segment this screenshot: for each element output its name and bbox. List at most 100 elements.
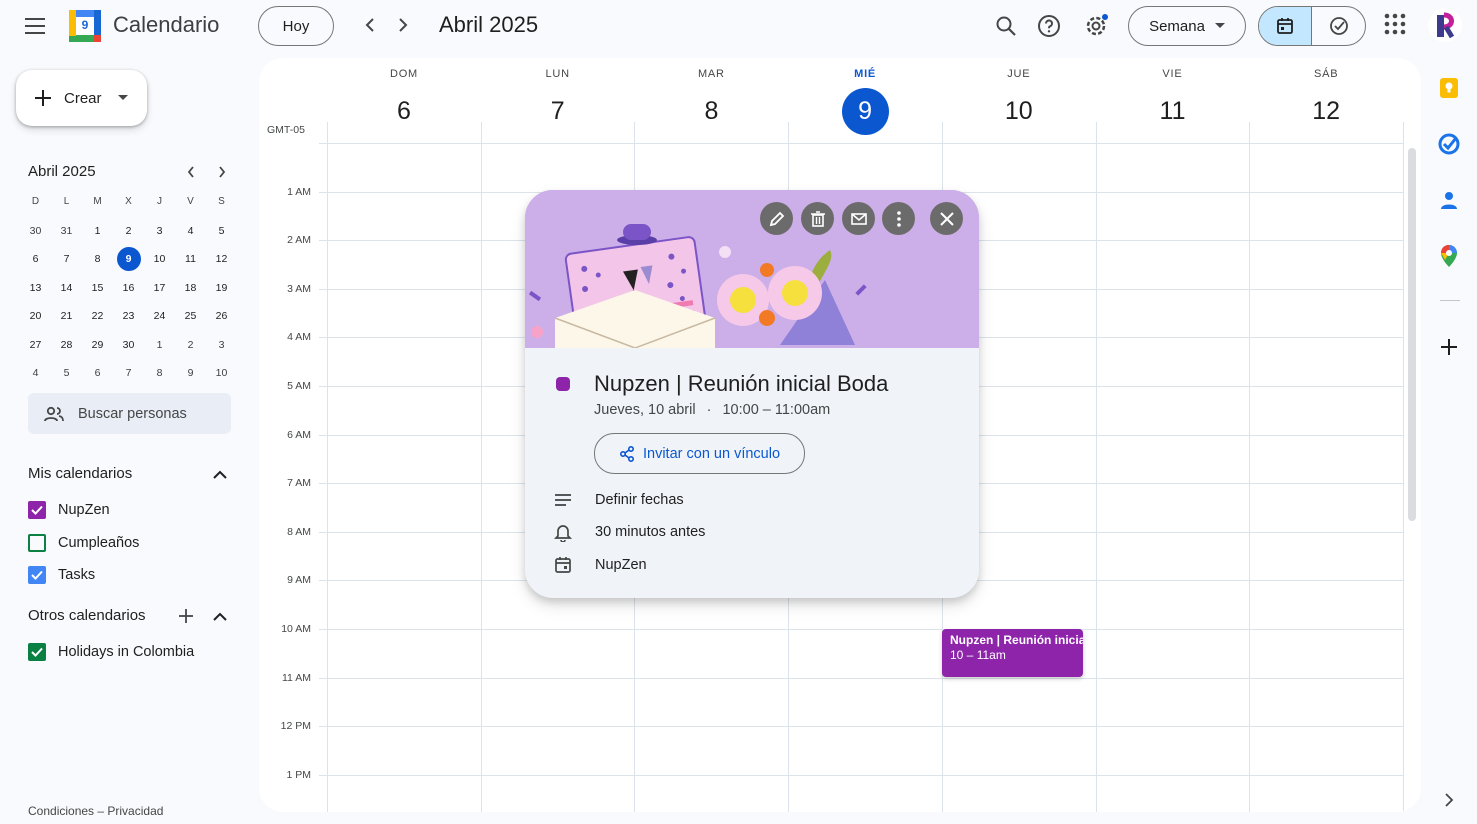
- day-column-header[interactable]: SÁB 12: [1249, 68, 1403, 135]
- mini-calendar-day[interactable]: 5: [51, 361, 82, 385]
- mini-calendar-day[interactable]: 6: [20, 247, 51, 271]
- previous-week-button[interactable]: [358, 13, 382, 37]
- get-addons-plus-icon[interactable]: [1437, 335, 1461, 359]
- email-guests-button[interactable]: [842, 202, 875, 235]
- day-column-header[interactable]: VIE 11: [1096, 68, 1250, 135]
- mini-calendar-day[interactable]: 8: [144, 361, 175, 385]
- day-column-header[interactable]: LUN 7: [481, 68, 635, 135]
- mini-calendar-day[interactable]: 1: [82, 219, 113, 243]
- mini-calendar-day[interactable]: 23: [113, 304, 144, 328]
- my-calendars-title[interactable]: Mis calendarios: [28, 465, 132, 482]
- mini-calendar-day[interactable]: 30: [113, 333, 144, 357]
- mini-calendar-day[interactable]: 27: [20, 333, 51, 357]
- mini-calendar-day[interactable]: 2: [175, 333, 206, 357]
- mini-calendar-day[interactable]: 22: [82, 304, 113, 328]
- show-side-panel-chevron-icon[interactable]: [1437, 788, 1461, 812]
- tasks-icon[interactable]: [1437, 132, 1461, 156]
- edit-event-button[interactable]: [760, 202, 793, 235]
- mini-calendar-day[interactable]: 17: [144, 276, 175, 300]
- mini-calendar-day[interactable]: 1: [144, 333, 175, 357]
- day-column-header[interactable]: MAR 8: [634, 68, 788, 135]
- mini-calendar-day[interactable]: 5: [206, 219, 237, 243]
- day-column-header[interactable]: DOM 6: [327, 68, 481, 135]
- more-options-button[interactable]: [882, 202, 915, 235]
- mini-calendar-day[interactable]: 7: [51, 247, 82, 271]
- mini-calendar-day[interactable]: 31: [51, 219, 82, 243]
- day-number[interactable]: 11: [1149, 88, 1196, 135]
- mini-calendar-day[interactable]: 8: [82, 247, 113, 271]
- mini-calendar-day[interactable]: 3: [206, 333, 237, 357]
- mini-calendar-day[interactable]: 6: [82, 361, 113, 385]
- google-apps-icon[interactable]: [1383, 12, 1409, 38]
- mini-calendar-day[interactable]: 16: [113, 276, 144, 300]
- close-popup-button[interactable]: [930, 202, 963, 235]
- mini-calendar-day[interactable]: 26: [206, 304, 237, 328]
- calendar-mode-button[interactable]: [1259, 7, 1313, 45]
- account-avatar[interactable]: [1428, 8, 1462, 42]
- mini-calendar-next-button[interactable]: [212, 162, 232, 182]
- mini-calendar-day[interactable]: 14: [51, 276, 82, 300]
- today-button[interactable]: Hoy: [258, 6, 334, 46]
- day-number[interactable]: 6: [381, 88, 428, 135]
- mini-calendar-day[interactable]: 24: [144, 304, 175, 328]
- day-number[interactable]: 9: [841, 88, 889, 135]
- mini-calendar-prev-button[interactable]: [181, 162, 201, 182]
- mini-calendar-day[interactable]: 4: [175, 219, 206, 243]
- mini-calendar-day[interactable]: 19: [206, 276, 237, 300]
- maps-icon[interactable]: [1437, 244, 1461, 268]
- tasks-mode-button[interactable]: [1312, 7, 1365, 45]
- mini-calendar-day[interactable]: 3: [144, 219, 175, 243]
- app-title[interactable]: Calendario: [113, 12, 219, 38]
- calendar-checkbox[interactable]: [28, 643, 46, 661]
- other-calendars-title[interactable]: Otros calendarios: [28, 607, 146, 624]
- calendar-item[interactable]: Cumpleaños: [28, 533, 139, 552]
- mini-calendar-day[interactable]: 21: [51, 304, 82, 328]
- day-number[interactable]: 10: [995, 88, 1042, 135]
- next-week-button[interactable]: [391, 13, 415, 37]
- mini-calendar-day[interactable]: 11: [175, 247, 206, 271]
- other-calendars-collapse-button[interactable]: [210, 606, 230, 626]
- settings-gear-icon[interactable]: [1080, 10, 1112, 42]
- create-button[interactable]: Crear: [16, 70, 147, 126]
- event-chip-nupzen[interactable]: Nupzen | Reunión inicial Boda 10 – 11am: [942, 629, 1083, 677]
- day-number[interactable]: 12: [1303, 88, 1350, 135]
- mini-calendar-day[interactable]: 10: [206, 361, 237, 385]
- mini-calendar-day[interactable]: 12: [206, 247, 237, 271]
- keep-icon[interactable]: [1437, 76, 1461, 100]
- search-icon[interactable]: [990, 10, 1022, 42]
- day-number[interactable]: 8: [688, 88, 735, 135]
- mini-calendar-day[interactable]: 2: [113, 219, 144, 243]
- add-other-calendar-button[interactable]: [176, 606, 196, 626]
- calendar-logo-icon[interactable]: 9: [68, 9, 102, 43]
- mini-calendar-day[interactable]: 15: [82, 276, 113, 300]
- mini-calendar-day[interactable]: 4: [20, 361, 51, 385]
- calendar-item[interactable]: Holidays in Colombia: [28, 643, 194, 661]
- main-menu-icon[interactable]: [18, 9, 54, 43]
- invite-with-link-button[interactable]: Invitar con un vínculo: [594, 433, 805, 474]
- mini-calendar-day[interactable]: 9: [113, 247, 144, 272]
- mini-calendar-day[interactable]: 28: [51, 333, 82, 357]
- day-column-header[interactable]: MIÉ 9: [788, 68, 942, 135]
- calendar-checkbox[interactable]: [28, 566, 46, 584]
- mini-calendar-day[interactable]: 13: [20, 276, 51, 300]
- mini-calendar-day[interactable]: 7: [113, 361, 144, 385]
- calendar-item[interactable]: Tasks: [28, 566, 95, 584]
- calendar-checkbox[interactable]: [28, 501, 46, 519]
- mini-calendar-day[interactable]: 25: [175, 304, 206, 328]
- mini-calendar-day[interactable]: 20: [20, 304, 51, 328]
- calendar-checkbox[interactable]: [28, 533, 46, 552]
- delete-event-button[interactable]: [801, 202, 834, 235]
- mini-calendar-day[interactable]: 29: [82, 333, 113, 357]
- mini-calendar-day[interactable]: 18: [175, 276, 206, 300]
- contacts-icon[interactable]: [1437, 188, 1461, 212]
- mini-calendar-day[interactable]: 9: [175, 361, 206, 385]
- help-icon[interactable]: [1033, 10, 1065, 42]
- mini-calendar-day[interactable]: 10: [144, 247, 175, 271]
- mini-calendar-day[interactable]: 30: [20, 219, 51, 243]
- terms-privacy-links[interactable]: Condiciones – Privacidad: [28, 804, 163, 818]
- day-number[interactable]: 7: [534, 88, 581, 135]
- search-people-field[interactable]: Buscar personas: [28, 393, 231, 434]
- my-calendars-collapse-button[interactable]: [210, 464, 230, 484]
- grid-scrollbar[interactable]: [1408, 148, 1416, 521]
- day-column-header[interactable]: JUE 10: [942, 68, 1096, 135]
